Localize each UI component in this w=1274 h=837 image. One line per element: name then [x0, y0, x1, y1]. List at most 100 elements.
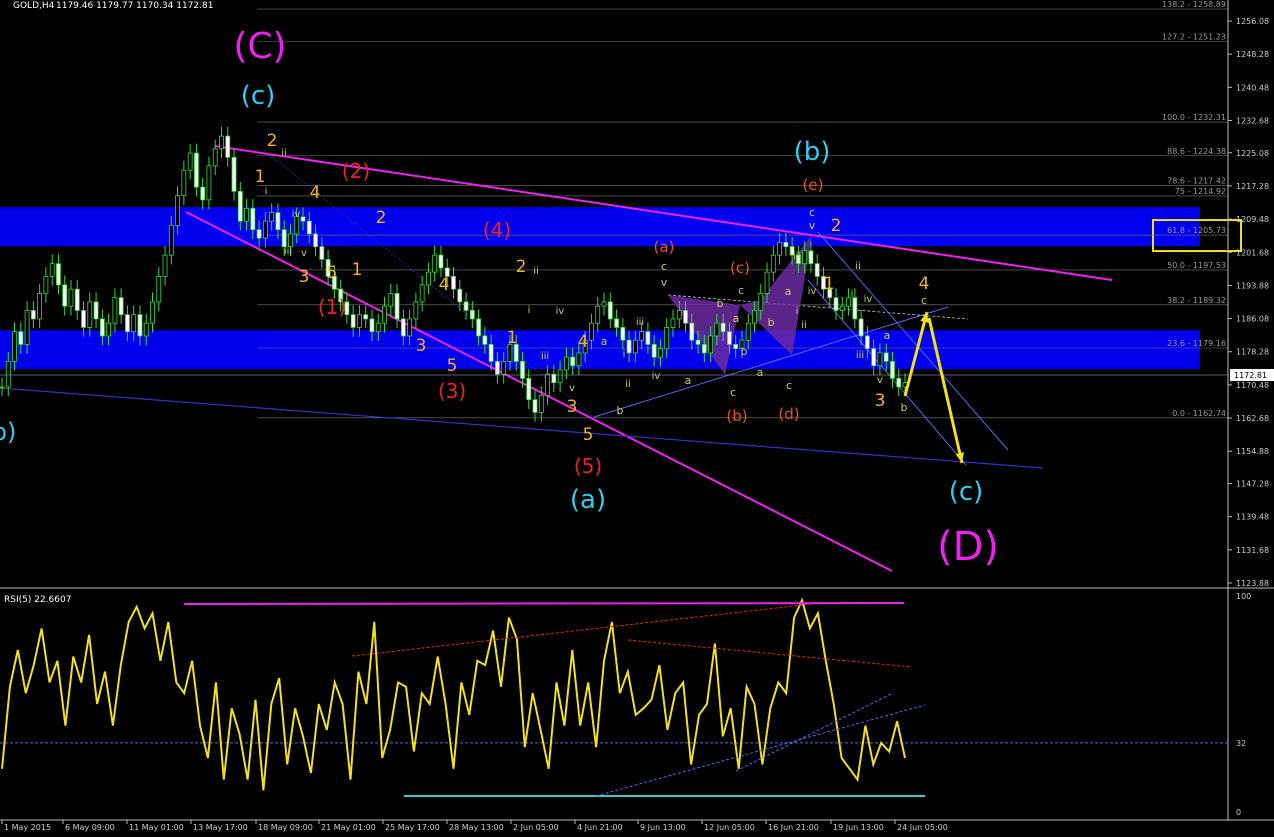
candle-body — [482, 335, 488, 345]
wave-label: a — [884, 329, 891, 342]
candle-body — [99, 318, 105, 337]
candle-body — [118, 297, 124, 316]
candle-body — [12, 331, 17, 362]
wave-label: b — [741, 345, 748, 358]
wave-label: i — [265, 186, 268, 197]
wave-label: 2 — [267, 131, 278, 151]
candle-body — [545, 373, 550, 396]
candle-body — [589, 322, 594, 341]
candle-body — [193, 152, 199, 188]
wave-label: iii — [793, 251, 801, 262]
candle-body — [595, 305, 601, 324]
candle-body — [150, 301, 155, 324]
candle-body — [219, 135, 224, 150]
wave-label: a — [685, 374, 692, 387]
price-label: 1147.28 — [1236, 480, 1269, 489]
candle-body — [451, 276, 456, 290]
candle-body — [74, 288, 80, 311]
candle-body — [563, 356, 569, 371]
wave-label: (d) — [778, 405, 799, 423]
rsi-axis-label: 32 — [1236, 739, 1246, 748]
chart-window[interactable]: 138.2 - 1258.89 127.2 - 1251.23 100.0 - 12… — [0, 0, 1274, 833]
candle-body — [262, 220, 268, 239]
wave-label: (4) — [483, 218, 511, 242]
wave-label: a — [733, 312, 740, 325]
candle-body — [250, 207, 256, 231]
wave-label: v — [301, 248, 307, 259]
wave-label: v — [661, 276, 668, 289]
candle-body — [400, 318, 406, 337]
candle-body — [225, 135, 231, 158]
candle-body — [626, 339, 632, 354]
candle-body — [24, 310, 30, 345]
candle-body — [802, 250, 808, 265]
candle-body — [664, 327, 670, 350]
candle-body — [501, 361, 507, 375]
wave-label: 1 — [255, 167, 266, 187]
candle-body — [632, 339, 638, 354]
wave-label: (b) — [794, 137, 831, 167]
wave-label: (1) — [318, 295, 346, 319]
wave-label: 5 — [447, 356, 458, 376]
candle-body — [106, 322, 112, 337]
candle-body — [777, 241, 782, 256]
candle-body — [319, 246, 325, 260]
time-label: 19 Jun 13:00 — [833, 823, 884, 832]
candle-body — [168, 224, 174, 256]
price-label: 1178.28 — [1236, 348, 1269, 357]
wave-label: a — [601, 335, 608, 348]
candle-body — [175, 195, 180, 226]
wave-label: 3 — [567, 397, 578, 417]
rsi-title: RSI(5) 22.6607 — [4, 595, 71, 605]
candle-body — [476, 318, 481, 337]
price-label: 1186.08 — [1236, 315, 1269, 324]
candle-body — [438, 254, 444, 269]
candle-body — [620, 327, 626, 341]
fib-label-6: 61.8 - 1205.73 — [1167, 226, 1226, 235]
wave-label: iv — [808, 286, 817, 297]
candle-body — [871, 348, 877, 367]
candle-body — [890, 361, 895, 379]
wave-label: (a) — [570, 485, 606, 515]
wave-label: iv — [652, 371, 661, 382]
wave-label: 3 — [299, 267, 310, 287]
time-label: 25 May 17:00 — [385, 823, 440, 832]
wave-label: (c) — [730, 259, 750, 277]
wave-label: b — [717, 297, 724, 310]
price-label: 1240.48 — [1236, 83, 1269, 92]
candle-body — [237, 190, 243, 222]
wave-label: iii — [856, 350, 864, 361]
current-price-label: 1172.81 — [1234, 371, 1267, 380]
candle-body — [864, 335, 870, 350]
wave-label: b — [901, 401, 908, 414]
wave-label: ii — [625, 379, 631, 390]
wave-label: (a) — [654, 238, 675, 256]
candle-body — [607, 301, 613, 320]
candle-body — [187, 152, 193, 171]
chart-background — [0, 0, 1274, 833]
candle-body — [783, 241, 789, 248]
wave-label: 2 — [376, 208, 387, 228]
price-label: 1193.88 — [1236, 281, 1269, 290]
candle-body — [244, 207, 249, 222]
fib-label-4: 78.6 - 1217.42 — [1167, 176, 1226, 185]
candle-body — [231, 156, 237, 192]
wave-label: i — [623, 349, 626, 360]
candle-body — [5, 361, 11, 388]
candle-body — [162, 254, 168, 277]
wave-label: 4 — [919, 274, 930, 294]
wave-label: v — [569, 383, 575, 394]
wave-label: i — [851, 289, 854, 300]
candle-body — [300, 216, 306, 222]
candle-body — [520, 361, 525, 379]
candle-body — [68, 288, 74, 307]
candle-body — [877, 352, 883, 367]
candle-body — [357, 314, 362, 328]
chart-canvas[interactable]: 138.2 - 1258.89 127.2 - 1251.23 100.0 - 12… — [0, 0, 1274, 833]
candle-body — [526, 378, 532, 401]
candle-body — [720, 322, 726, 333]
wave-label: 1 — [352, 260, 363, 280]
fib-label-0: 138.2 - 1258.89 — [1162, 0, 1226, 9]
wave-label: 5 — [583, 425, 594, 445]
candle-body — [269, 212, 275, 222]
